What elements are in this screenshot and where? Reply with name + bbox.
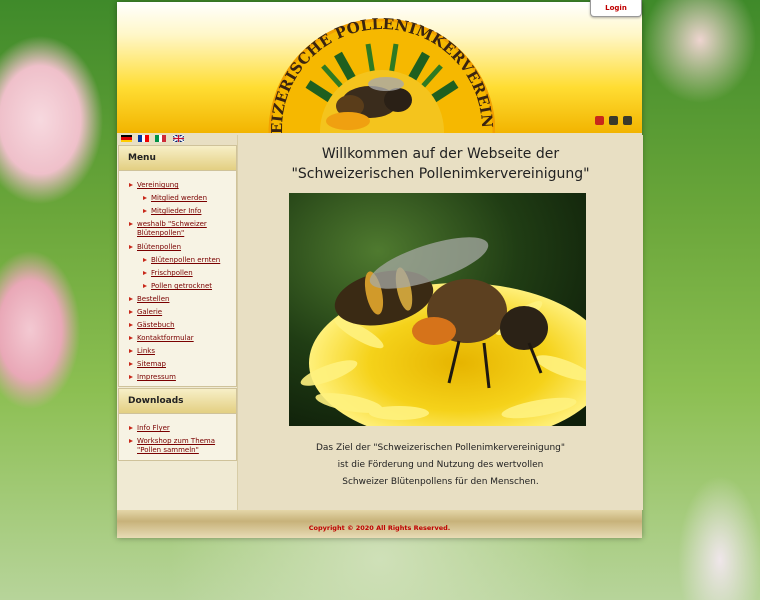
site-container: SCHWEIZERISCHE POLLENIMKERVEREINIGUNG Lo… [117, 0, 643, 538]
footer: Copyright © 2020 All Rights Reserved. [117, 510, 642, 538]
sidebar: Menu Vereinigung Mitglied werden Mitglie… [117, 145, 237, 510]
nav-item-weshalb-line1: weshalb "Schweizer [137, 220, 207, 228]
download-workshop-line2: "Pollen sammeln" [137, 446, 199, 454]
site-logo[interactable]: SCHWEIZERISCHE POLLENIMKERVEREINIGUNG [268, 14, 495, 133]
login-button[interactable]: Login [590, 0, 642, 17]
download-workshop[interactable]: Workshop zum Thema "Pollen sammeln" [128, 437, 216, 455]
downloads-box: Downloads Info Flyer Workshop zum Thema … [118, 388, 237, 461]
nav-item-weshalb[interactable]: weshalb "Schweizer Blütenpollen" [129, 220, 207, 238]
downloads-title: Downloads [119, 389, 236, 414]
slider-indicators [595, 116, 632, 125]
menu-title: Menu [119, 146, 236, 171]
flag-de-icon[interactable] [121, 135, 132, 142]
flag-en-icon[interactable] [173, 135, 184, 142]
download-workshop-line1: Workshop zum Thema [137, 437, 216, 445]
desc-line-3: Schweizer Blütenpollens für den Menschen… [342, 477, 539, 487]
nav-item-pollen-getrocknet[interactable]: Pollen getrocknet [142, 282, 212, 291]
nav-item-links[interactable]: Links [129, 347, 155, 356]
flag-fr-icon[interactable] [138, 135, 150, 142]
copyright-text: Copyright © 2020 All Rights Reserved. [308, 524, 451, 532]
nav-item-bluetenpollen-ernten[interactable]: Blütenpollen ernten [142, 256, 220, 265]
nav-item-weshalb-line2: Blütenpollen" [137, 229, 185, 237]
nav-item-kontaktformular[interactable]: Kontaktformular [129, 334, 194, 343]
nav-item-gaestebuch[interactable]: Gästebuch [129, 321, 175, 330]
desc-line-1: Das Ziel der "Schweizerischen Pollenimke… [315, 443, 565, 453]
main-content: Willkommen auf der Webseite der "Schweiz… [237, 135, 643, 510]
slider-dot-1[interactable] [595, 116, 604, 125]
nav-item-galerie[interactable]: Galerie [128, 308, 162, 317]
nav-item-mitglied-werden[interactable]: Mitglied werden [142, 194, 207, 203]
welcome-heading: Willkommen auf der Webseite der "Schweiz… [238, 144, 643, 184]
welcome-line-1: Willkommen auf der Webseite der [321, 146, 560, 162]
nav-item-vereinigung[interactable]: Vereinigung [129, 181, 179, 190]
nav-item-sitemap[interactable]: Sitemap [129, 360, 166, 369]
nav-item-impressum[interactable]: Impressum [129, 373, 176, 382]
nav-item-bestellen[interactable]: Bestellen [128, 295, 169, 304]
nav-item-mitglieder-info[interactable]: Mitglieder Info [142, 207, 201, 216]
slider-dot-3[interactable] [623, 116, 632, 125]
flag-it-icon[interactable] [155, 135, 167, 142]
bee-photo [289, 193, 586, 426]
nav-item-bluetenpollen[interactable]: Blütenpollen [128, 243, 181, 252]
nav-item-frischpollen[interactable]: Frischpollen [143, 269, 193, 278]
mission-statement: Das Ziel der "Schweizerischen Pollenimke… [238, 440, 643, 491]
header-banner: SCHWEIZERISCHE POLLENIMKERVEREINIGUNG [117, 2, 642, 133]
download-info-flyer[interactable]: Info Flyer [129, 424, 170, 433]
slider-dot-2[interactable] [609, 116, 618, 125]
desc-line-2: ist die Förderung und Nutzung des wertvo… [337, 460, 544, 470]
menu-box: Menu Vereinigung Mitglied werden Mitglie… [118, 145, 237, 387]
welcome-line-2: "Schweizerischen Pollenimkervereinigung" [291, 166, 590, 182]
